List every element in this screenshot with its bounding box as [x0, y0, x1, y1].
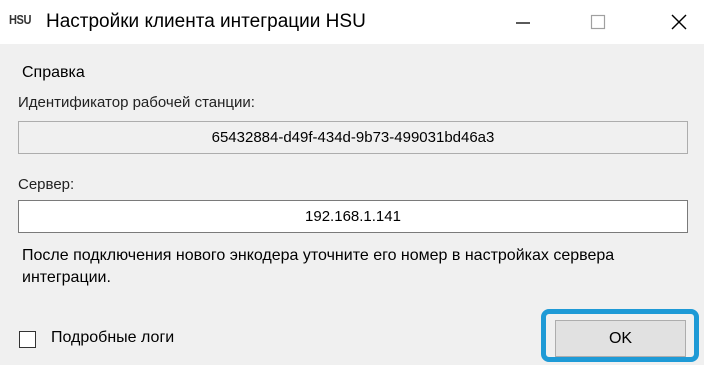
verbose-logs-label[interactable]: Подробные логи	[51, 329, 174, 347]
verbose-logs-checkbox[interactable]	[19, 331, 36, 348]
minimize-icon	[516, 22, 530, 24]
app-icon: HSU	[9, 12, 32, 27]
workstation-id-field[interactable]: 65432884-d49f-434d-9b73-499031bd46a3	[18, 121, 688, 154]
close-button[interactable]	[650, 0, 704, 44]
ok-button[interactable]: OK	[555, 320, 686, 357]
close-icon	[671, 14, 687, 30]
maximize-icon	[590, 14, 606, 30]
title-bar: HSU Настройки клиента интеграции HSU	[0, 0, 704, 44]
minimize-button[interactable]	[494, 0, 552, 44]
server-input[interactable]: 192.168.1.141	[18, 200, 688, 233]
maximize-button[interactable]	[569, 0, 627, 44]
window-title: Настройки клиента интеграции HSU	[46, 11, 366, 32]
server-label: Сервер:	[18, 176, 75, 193]
hint-text: После подключения нового энкодера уточни…	[22, 247, 615, 286]
workstation-id-label: Идентификатор рабочей станции:	[18, 94, 255, 111]
menu-item-help[interactable]: Справка	[22, 64, 85, 82]
